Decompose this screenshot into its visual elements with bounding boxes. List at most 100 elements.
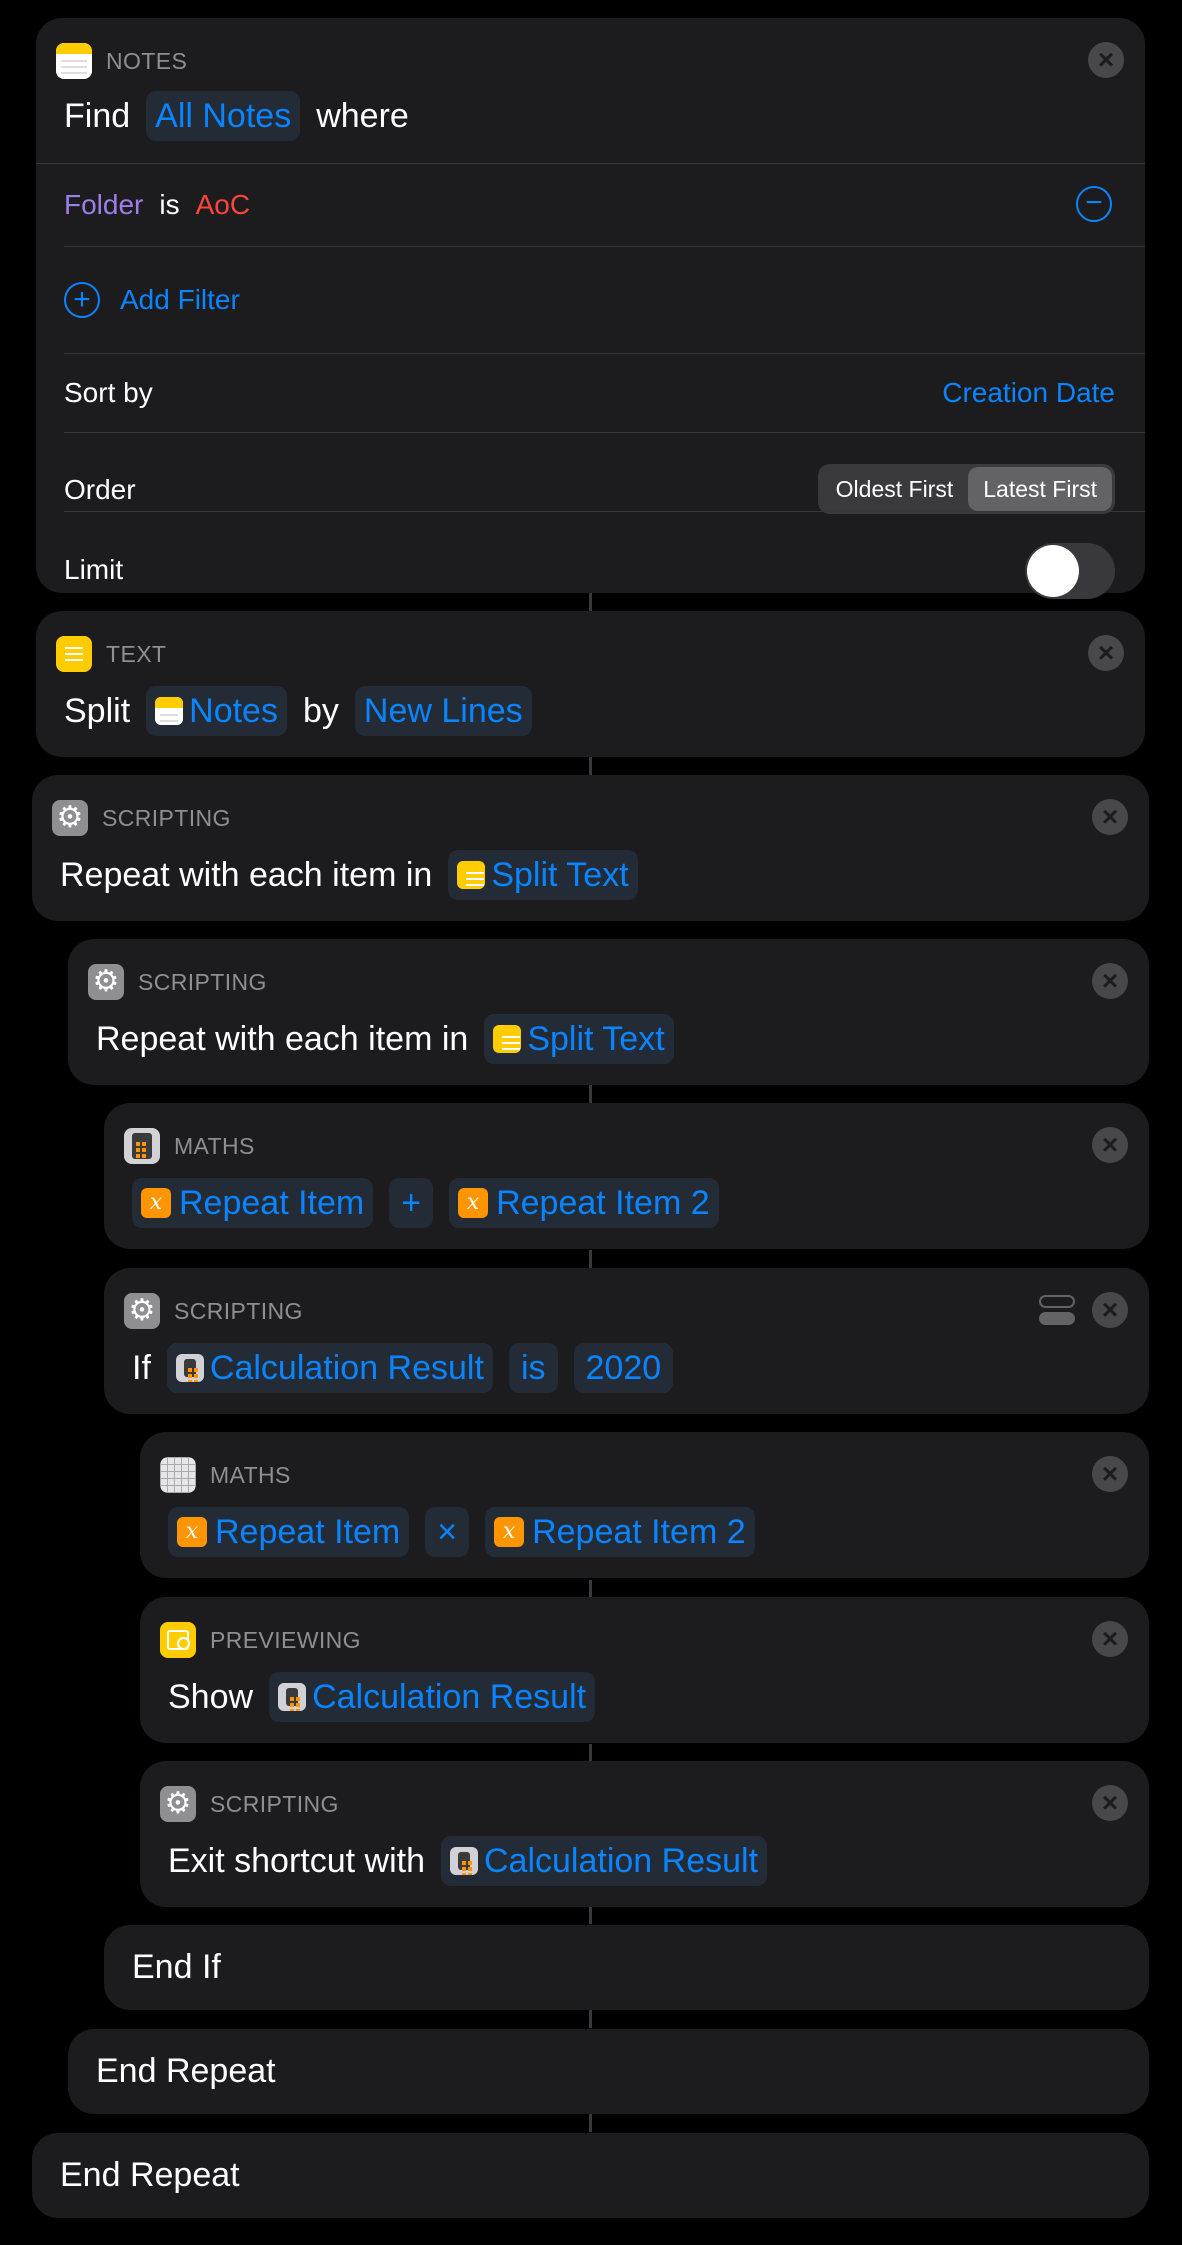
separator-token[interactable]: New Lines <box>354 686 532 736</box>
repeat-item-token[interactable]: x Repeat Item <box>168 1507 410 1557</box>
maths-add-action[interactable]: MATHS × x Repeat Item + x Repeat Item 2 <box>104 1103 1149 1249</box>
token-label: Repeat Item 2 <box>496 1183 710 1222</box>
repeat-row: Repeat with each item in Split Text <box>96 1009 690 1069</box>
connector <box>589 2114 592 2132</box>
connector <box>589 2010 592 2028</box>
end-if-action[interactable]: End If <box>104 1925 1149 2010</box>
repeat-outer-action[interactable]: ⚙ SCRIPTING × Repeat with each item in S… <box>32 775 1149 921</box>
condition-token[interactable]: is <box>508 1343 558 1393</box>
end-repeat-inner-action[interactable]: End Repeat <box>68 2029 1149 2114</box>
scientific-calculator-icon <box>160 1457 196 1493</box>
action-category: TEXT <box>106 640 167 667</box>
maths-row: x Repeat Item + x Repeat Item 2 <box>132 1173 735 1233</box>
value-token[interactable]: 2020 <box>573 1343 674 1393</box>
text-app-icon <box>493 1025 522 1053</box>
maths-row: x Repeat Item × x Repeat Item 2 <box>168 1502 771 1562</box>
split-text-token[interactable]: Split Text <box>448 850 638 900</box>
order-oldest-first[interactable]: Oldest First <box>821 467 969 511</box>
action-category: MATHS <box>174 1132 255 1159</box>
calculator-icon <box>278 1683 307 1711</box>
repeat-item-token[interactable]: x Repeat Item <box>132 1178 374 1228</box>
show-row: Show Calculation Result <box>168 1667 611 1727</box>
add-filter-plus-icon: + <box>64 282 100 318</box>
all-notes-token[interactable]: All Notes <box>146 91 301 141</box>
variable-icon: x <box>141 1188 171 1218</box>
if-action[interactable]: ⚙ SCRIPTING × If Calculation Result is 2… <box>104 1268 1149 1414</box>
sort-by-value[interactable]: Creation Date <box>942 363 1115 423</box>
find-row: Find All Notes where <box>64 86 409 146</box>
add-filter-button[interactable]: + Add Filter <box>64 270 240 330</box>
remove-action-button[interactable]: × <box>1088 42 1124 78</box>
remove-action-button[interactable]: × <box>1092 1785 1128 1821</box>
repeat-item-2-token[interactable]: x Repeat Item 2 <box>485 1507 755 1557</box>
calculator-icon <box>175 1354 204 1382</box>
repeat-row: Repeat with each item in Split Text <box>60 845 654 905</box>
action-header: TEXT <box>56 635 166 673</box>
by-label: by <box>302 691 339 730</box>
operator-token[interactable]: × <box>425 1507 470 1557</box>
token-label: Split Text <box>491 855 629 894</box>
find-label: Find <box>64 96 131 135</box>
gear-icon: ⚙ <box>160 1786 196 1822</box>
split-text-token[interactable]: Split Text <box>484 1014 674 1064</box>
toggle-options-icon[interactable] <box>1039 1292 1077 1328</box>
exit-shortcut-action[interactable]: ⚙ SCRIPTING × Exit shortcut with Calcula… <box>140 1761 1149 1907</box>
token-label: Split Text <box>527 1019 665 1058</box>
action-category: SCRIPTING <box>138 968 267 995</box>
action-category: MATHS <box>210 1461 291 1488</box>
calculator-icon <box>124 1128 160 1164</box>
remove-action-button[interactable]: × <box>1092 1292 1128 1328</box>
remove-action-button[interactable]: × <box>1092 799 1128 835</box>
calculation-result-token[interactable]: Calculation Result <box>166 1343 493 1393</box>
end-repeat-label: End Repeat <box>96 2052 276 2090</box>
repeat-label: Repeat with each item in <box>60 855 433 894</box>
action-header: ⚙ SCRIPTING <box>88 963 267 1001</box>
gear-icon: ⚙ <box>124 1293 160 1329</box>
divider <box>64 353 1145 354</box>
order-segmented-control[interactable]: Oldest First Latest First <box>817 464 1115 514</box>
action-header: MATHS <box>124 1127 255 1165</box>
repeat-item-2-token[interactable]: x Repeat Item 2 <box>449 1178 719 1228</box>
maths-multiply-action[interactable]: MATHS × x Repeat Item × x Repeat Item 2 <box>140 1432 1149 1578</box>
action-category: SCRIPTING <box>174 1297 303 1324</box>
action-header: MATHS <box>160 1456 291 1494</box>
split-text-action[interactable]: TEXT × Split Notes by New Lines <box>36 611 1145 757</box>
action-category: NOTES <box>106 47 188 74</box>
notes-variable-token[interactable]: Notes <box>146 686 287 736</box>
connector <box>589 1744 592 1762</box>
variable-icon: x <box>177 1517 207 1547</box>
calculation-result-token[interactable]: Calculation Result <box>440 1836 768 1886</box>
remove-action-button[interactable]: × <box>1092 1621 1128 1657</box>
token-label: Repeat Item 2 <box>532 1512 746 1551</box>
repeat-inner-action[interactable]: ⚙ SCRIPTING × Repeat with each item in S… <box>68 939 1149 1085</box>
filter-field[interactable]: Folder <box>64 189 143 221</box>
calculator-icon <box>449 1847 478 1875</box>
filter-row: Folder is AoC <box>64 175 250 235</box>
end-repeat-outer-action[interactable]: End Repeat <box>32 2133 1149 2218</box>
remove-action-button[interactable]: × <box>1092 1127 1128 1163</box>
split-row: Split Notes by New Lines <box>64 681 548 741</box>
divider <box>64 511 1145 512</box>
exit-label: Exit shortcut with <box>168 1841 425 1880</box>
find-notes-action[interactable]: NOTES × Find All Notes where Folder is A… <box>36 18 1145 599</box>
order-latest-first[interactable]: Latest First <box>968 467 1112 511</box>
operator-token[interactable]: + <box>389 1178 434 1228</box>
filter-value[interactable]: AoC <box>196 189 250 221</box>
remove-action-button[interactable]: × <box>1088 635 1124 671</box>
limit-toggle[interactable] <box>1025 543 1115 599</box>
end-repeat-label: End Repeat <box>60 2156 240 2194</box>
connector <box>589 593 592 611</box>
connector <box>589 757 592 775</box>
remove-filter-minus-icon[interactable]: − <box>1076 186 1112 222</box>
calculation-result-token[interactable]: Calculation Result <box>269 1672 596 1722</box>
variable-icon: x <box>458 1188 489 1218</box>
text-app-icon <box>457 861 486 889</box>
filter-operator[interactable]: is <box>159 189 179 221</box>
show-result-action[interactable]: PREVIEWING × Show Calculation Result <box>140 1597 1149 1743</box>
action-category: SCRIPTING <box>210 1790 339 1817</box>
notes-app-icon <box>155 697 184 725</box>
limit-label: Limit <box>64 554 124 585</box>
remove-action-button[interactable]: × <box>1092 1456 1128 1492</box>
remove-action-button[interactable]: × <box>1092 963 1128 999</box>
action-header: ⚙ SCRIPTING <box>160 1785 339 1823</box>
